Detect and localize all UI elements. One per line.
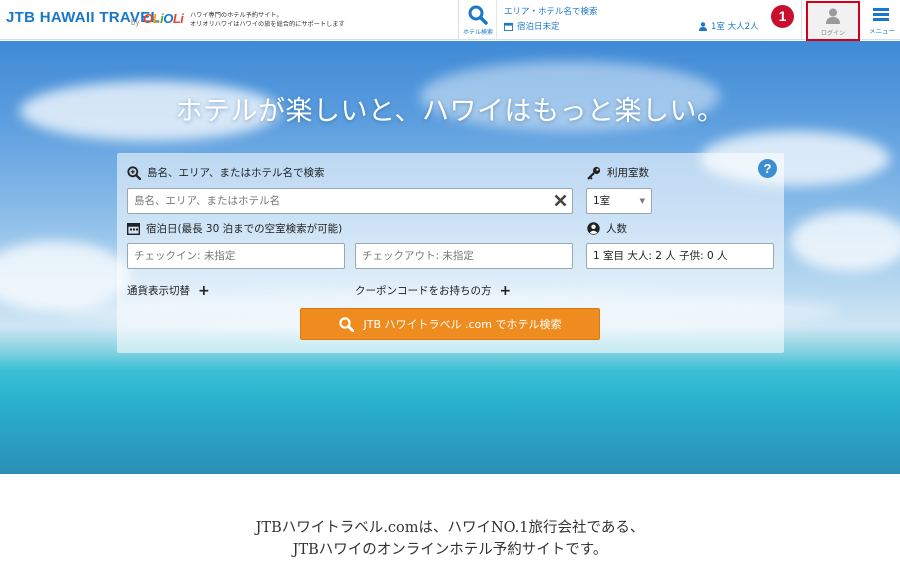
hotel-search-panel: 島名、エリア、またはホテル名で検索 島名、エリア、またはホテル名 利用室数 1室… <box>117 153 784 353</box>
header-date-summary[interactable]: 宿泊日未定 <box>504 20 560 32</box>
zoom-search-icon <box>127 165 141 180</box>
checkin-input[interactable]: チェックイン: 未指定 <box>127 243 345 269</box>
calendar-icon <box>504 22 513 31</box>
menu-button[interactable]: メニュー <box>864 4 900 38</box>
plus-icon: + <box>198 282 210 299</box>
plus-icon: + <box>499 282 512 299</box>
currency-toggle[interactable]: 通貨表示切替 + <box>127 283 210 298</box>
header-area-link[interactable]: エリア・ホテル名で検索 <box>504 5 598 17</box>
guests-selector[interactable]: 1 室目 大人: 2 人 子供: 0 人 <box>586 243 774 269</box>
login-button[interactable]: ログイン <box>806 1 860 41</box>
menu-label: メニュー <box>869 27 895 35</box>
hotel-search-label: ホテル検索 <box>462 29 493 36</box>
intro-text: JTBハワイトラベル.comは、ハワイNO.1旅行会社である、 JTBハワイのオ… <box>255 520 645 558</box>
logo-by-text: by <box>131 18 140 27</box>
search-icon <box>468 5 488 25</box>
person-icon <box>699 21 707 31</box>
coupon-toggle[interactable]: クーポンコードをお持ちの方 + <box>355 283 511 298</box>
hotel-search-button[interactable]: ホテル検索 <box>459 0 497 40</box>
site-header: JTB HAWAII TRAVEL by OLiOLi ハワイ専門のホテル予約サ… <box>0 0 900 41</box>
search-icon <box>338 316 354 332</box>
user-circle-icon <box>587 222 600 235</box>
rooms-select[interactable]: 1室 ▼ <box>586 188 652 214</box>
hero-section: ホテルが楽しいと、ハワイはもっと楽しい。 島名、エリア、またはホテル名で検索 島… <box>0 41 900 474</box>
keyword-input[interactable]: 島名、エリア、またはホテル名 <box>127 188 573 214</box>
rooms-label: 利用室数 <box>587 165 649 180</box>
olioli-brand-logo[interactable]: OLiOLi <box>143 11 184 26</box>
calendar-icon <box>127 223 140 235</box>
header-guests-summary[interactable]: 1室 大人2人 <box>699 20 759 32</box>
guests-label: 人数 <box>587 221 627 236</box>
user-icon <box>826 8 840 24</box>
header-search-summary[interactable]: ホテル検索 エリア・ホテル名で検索 宿泊日未定 1室 大人2人 <box>458 0 802 40</box>
hotel-search-button[interactable]: JTB ハワイトラベル .com でホテル検索 <box>300 308 600 340</box>
login-label: ログイン <box>820 30 845 37</box>
hero-title: ホテルが楽しいと、ハワイはもっと楽しい。 <box>175 96 725 127</box>
step-number-badge: 1 <box>771 5 794 28</box>
checkout-input[interactable]: チェックアウト: 未指定 <box>355 243 573 269</box>
cloud-decoration <box>790 211 900 271</box>
help-icon[interactable]: ? <box>758 159 777 178</box>
hamburger-icon <box>873 8 889 11</box>
site-tagline: ハワイ専門のホテル予約サイト。 オリオリハワイはハワイの旅を総合的にサポートしま… <box>190 12 345 28</box>
keyword-label: 島名、エリア、またはホテル名で検索 <box>127 165 324 180</box>
chevron-down-icon: ▼ <box>639 197 645 205</box>
key-icon <box>587 166 601 180</box>
dates-label: 宿泊日(最長 30 泊までの空室検索が可能) <box>127 221 342 236</box>
clear-icon[interactable] <box>554 194 567 207</box>
